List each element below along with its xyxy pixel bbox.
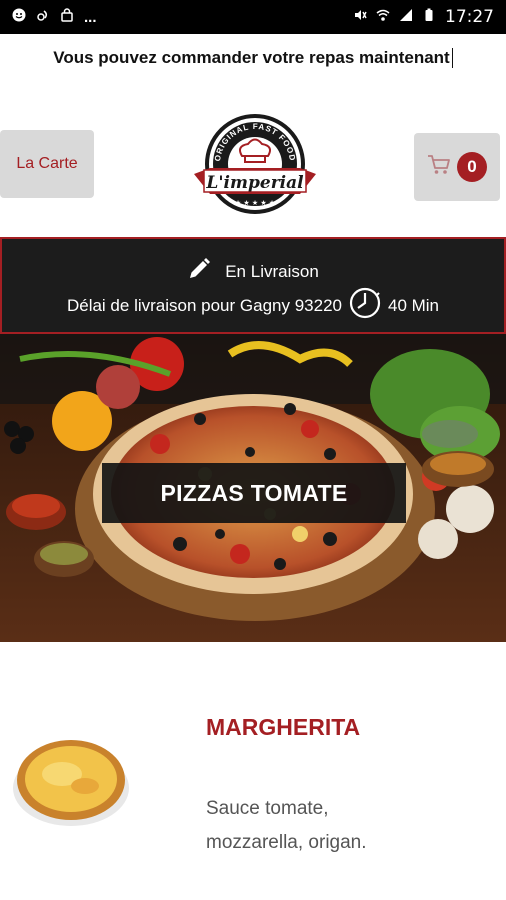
wifi-icon [376,8,390,26]
clock: 17:27 [445,7,494,27]
product-card[interactable]: MARGHERITA Sauce tomate, mozzarella, ori… [0,642,506,900]
svg-text:★ ★ ★ ★ ★: ★ ★ ★ ★ ★ [235,199,275,207]
delivery-time: 40 Min [387,295,440,315]
cart-button[interactable]: 0 [414,133,500,201]
menu-button[interactable]: La Carte [0,130,94,198]
category-title: PIZZAS TOMATE [102,463,406,523]
category-banner[interactable]: PIZZAS TOMATE [0,334,506,642]
svg-text:L'imperial: L'imperial [205,173,304,193]
cart-icon [427,154,451,181]
radio-icon [36,8,50,26]
mute-icon [353,8,367,26]
app-header: La Carte ORIGINAL FAST FOOD L'imperial ★… [0,82,506,236]
delivery-delay-label: Délai de livraison pour Gagny 93220 [66,295,342,315]
notification-more: ... [84,8,97,26]
smiley-icon [12,8,26,26]
menu-button-label: La Carte [16,155,78,172]
product-image [10,730,132,830]
announcement-text: Vous pouvez commander votre repas mainte… [53,48,450,67]
delivery-info-panel[interactable]: En Livraison Délai de livraison pour Gag… [0,237,506,334]
battery-icon [422,8,436,26]
cart-count-badge: 0 [457,152,487,182]
delivery-mode-label: En Livraison [225,261,319,281]
status-bar: ... 17:27 [0,0,506,34]
announcement-banner: Vous pouvez commander votre repas mainte… [0,34,506,82]
clock-icon [348,286,382,325]
brand-logo[interactable]: ORIGINAL FAST FOOD L'imperial ★ ★ ★ ★ ★ [190,112,320,222]
pencil-icon [187,257,211,286]
signal-icon [399,8,413,26]
text-cursor [451,48,453,68]
product-description: Sauce tomate, mozzarella, origan. [206,798,367,853]
product-name: MARGHERITA [206,714,361,740]
shopping-bag-icon [60,8,74,26]
